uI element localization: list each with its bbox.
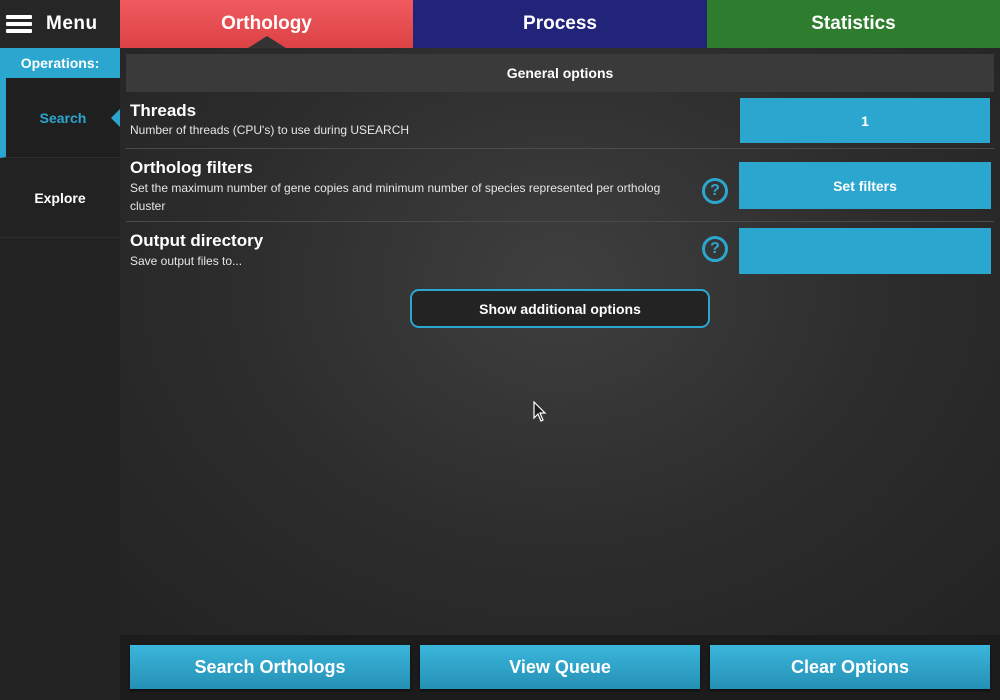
help-icon[interactable]: ? (702, 178, 728, 204)
clear-options-button[interactable]: Clear Options (710, 645, 990, 689)
tab-label: Process (523, 13, 597, 34)
sidebar-item-search[interactable]: Search (0, 78, 120, 158)
option-description: Number of threads (CPU's) to use during … (130, 123, 410, 137)
menu-button[interactable]: Menu (0, 0, 120, 48)
search-orthologs-button[interactable]: Search Orthologs (130, 645, 410, 689)
hamburger-icon (6, 15, 32, 33)
option-title: Threads (130, 101, 197, 120)
option-row-threads: Threads Number of threads (CPU's) to use… (126, 98, 994, 149)
option-description: Set the maximum number of gene copies an… (130, 181, 661, 213)
tab-label: Statistics (811, 13, 896, 34)
general-options-header: General options (126, 54, 994, 92)
sidebar-item-label: Search (39, 109, 87, 126)
menu-label: Menu (46, 13, 98, 34)
sidebar-item-label: Explore (34, 189, 86, 206)
sidebar: Operations: Search Explore (0, 48, 120, 700)
mouse-cursor-icon (533, 401, 547, 422)
tab-label: Orthology (221, 13, 312, 34)
option-title: Ortholog filters (130, 158, 253, 177)
threads-input[interactable]: 1 (740, 98, 990, 143)
set-filters-button[interactable]: Set filters (739, 162, 991, 209)
tab-process[interactable]: Process (413, 0, 707, 48)
view-queue-button[interactable]: View Queue (420, 645, 700, 689)
option-title: Output directory (130, 231, 264, 250)
option-row-ortholog-filters: Ortholog filters Set the maximum number … (126, 154, 994, 222)
operations-header: Operations: (0, 48, 120, 78)
sidebar-item-explore[interactable]: Explore (0, 158, 120, 238)
output-directory-input[interactable] (739, 228, 991, 274)
help-icon[interactable]: ? (702, 236, 728, 262)
tab-statistics[interactable]: Statistics (707, 0, 1000, 48)
option-description: Save output files to... (130, 254, 243, 268)
main-panel: General options Threads Number of thread… (120, 48, 1000, 635)
show-additional-options-button[interactable]: Show additional options (410, 289, 710, 328)
option-row-output-directory: Output directory Save output files to...… (126, 224, 994, 282)
